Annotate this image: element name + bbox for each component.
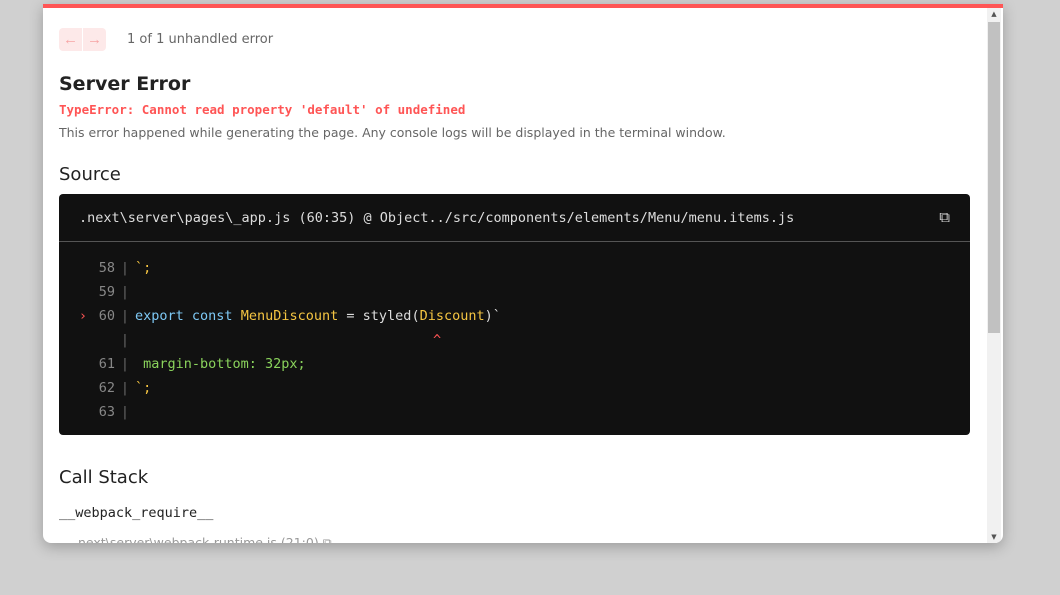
scrollbar-thumb[interactable] — [988, 22, 1000, 333]
code-line: 58 | `; — [98, 260, 152, 276]
scroll-up-icon: ▲ — [991, 10, 997, 18]
code-line: 63 | — [98, 404, 130, 420]
chevron-right-icon: › — [78, 308, 87, 324]
code-line: 61 | margin-bottom: 32px; — [98, 356, 306, 372]
stack-frame-function: __webpack_require__ — [59, 505, 214, 521]
source-heading: Source — [59, 164, 121, 185]
source-file-link[interactable]: .next\server\pages\_app.js (60:35) @ Obj… — [79, 210, 794, 226]
code-line-highlighted: › 60 | export const MenuDiscount = styled(D… — [59, 304, 970, 328]
source-code-frame: .next\server\pages\_app.js (60:35) @ Obj… — [59, 194, 970, 435]
error-count: 1 of 1 unhandled error — [127, 32, 274, 47]
arrow-right-icon: → — [87, 31, 102, 48]
code-caret-line: | ^ — [120, 332, 442, 348]
next-error-button[interactable]: → — [83, 28, 106, 51]
code-line: 62 | `; — [98, 380, 152, 396]
scroll-down-icon: ▼ — [991, 533, 997, 541]
external-link-icon[interactable]: ⧉ — [939, 208, 950, 226]
error-dialog: ← → 1 of 1 unhandled error Server Error … — [43, 4, 1003, 543]
error-message: TypeError: Cannot read property 'default… — [59, 102, 466, 117]
code-line: 59 | — [98, 284, 130, 300]
arrow-left-icon: ← — [63, 31, 78, 48]
previous-error-button[interactable]: ← — [59, 28, 82, 51]
error-navigation: ← → 1 of 1 unhandled error — [59, 28, 273, 51]
stack-frame-location[interactable]: .next\server\webpack-runtime.js (21:0) ⧉ — [74, 535, 332, 543]
page-title: Server Error — [59, 73, 191, 95]
external-link-icon: ⧉ — [322, 535, 332, 543]
call-stack-heading: Call Stack — [59, 467, 149, 488]
error-description: This error happened while generating the… — [59, 125, 726, 140]
scrollbar[interactable]: ▲ ▼ — [987, 8, 1001, 543]
